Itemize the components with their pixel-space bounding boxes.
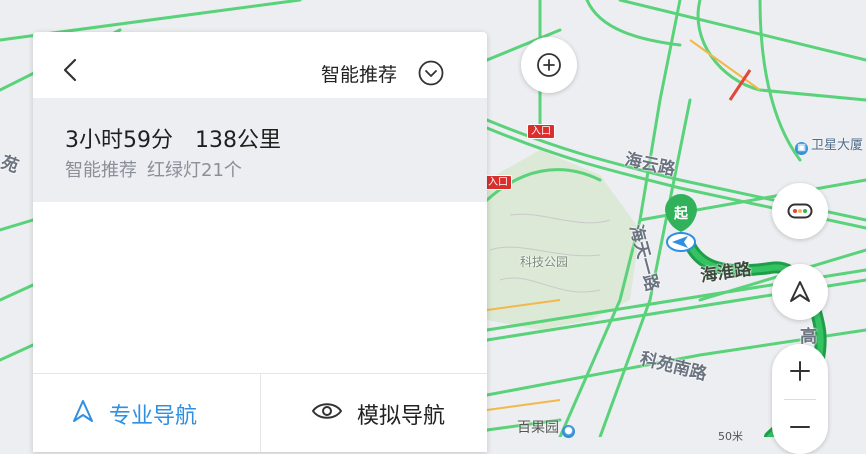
poi-icon: ● [562,425,575,438]
route-option-card[interactable]: 3小时59分 138公里 智能推荐 红绿灯21个 [33,98,487,202]
route-distance: 138公里 [195,128,281,153]
compass-icon [790,281,810,302]
plus-icon [790,361,810,381]
scale-text: 50米 [718,430,743,443]
entry-badge: 入口 [484,175,512,190]
poi-satellite-label: 卫星大厦 [811,138,864,153]
poi-tech-park: 科技公园 [520,255,569,269]
preference-toggle-button[interactable] [418,60,444,86]
preference-label[interactable]: 智能推荐 [321,60,397,87]
traffic-toggle-button[interactable] [772,183,828,239]
pro-navigation-label: 专业导航 [109,404,198,429]
start-marker-label: 起 [674,206,688,222]
chevron-down-circle-icon [418,60,444,86]
plus-circle-icon [537,53,561,77]
poi-icon: ▣ [795,142,808,155]
panel-header: 智能推荐 [33,32,487,98]
zoom-control [772,344,828,454]
poi-satellite[interactable]: ▣ 卫星大厦 [795,134,863,155]
route-duration: 3小时59分 [65,128,173,153]
route-details: 智能推荐 红绿灯21个 [65,156,242,182]
compass-button[interactable] [772,264,828,320]
navigation-arrow-icon [73,400,93,422]
route-strategy: 智能推荐 [65,160,137,181]
back-button[interactable] [61,58,81,82]
entry-badge: 入口 [527,124,555,139]
route-traffic-lights: 红绿灯21个 [147,160,242,181]
zoom-out-button[interactable] [772,400,828,454]
poi-orchard-label: 百果园 [517,420,559,436]
minus-icon [790,426,810,428]
traffic-light-icon [787,203,813,219]
route-panel: 智能推荐 3小时59分 138公里 智能推荐 红绿灯21个 专业导航 模拟导航 [33,32,487,452]
chevron-left-icon [63,58,77,82]
poi-orchard[interactable]: 百果园 ● [517,417,578,438]
add-waypoint-button[interactable] [521,37,577,93]
route-summary: 3小时59分 138公里 [65,122,281,154]
nav-action-bar: 专业导航 模拟导航 [33,373,487,452]
location-arrow-icon [666,232,696,252]
eye-icon [311,403,343,419]
pro-navigation-button[interactable]: 专业导航 [33,374,260,452]
simulated-navigation-button[interactable]: 模拟导航 [260,374,487,452]
simulated-navigation-label: 模拟导航 [357,404,446,429]
zoom-in-button[interactable] [772,344,828,398]
